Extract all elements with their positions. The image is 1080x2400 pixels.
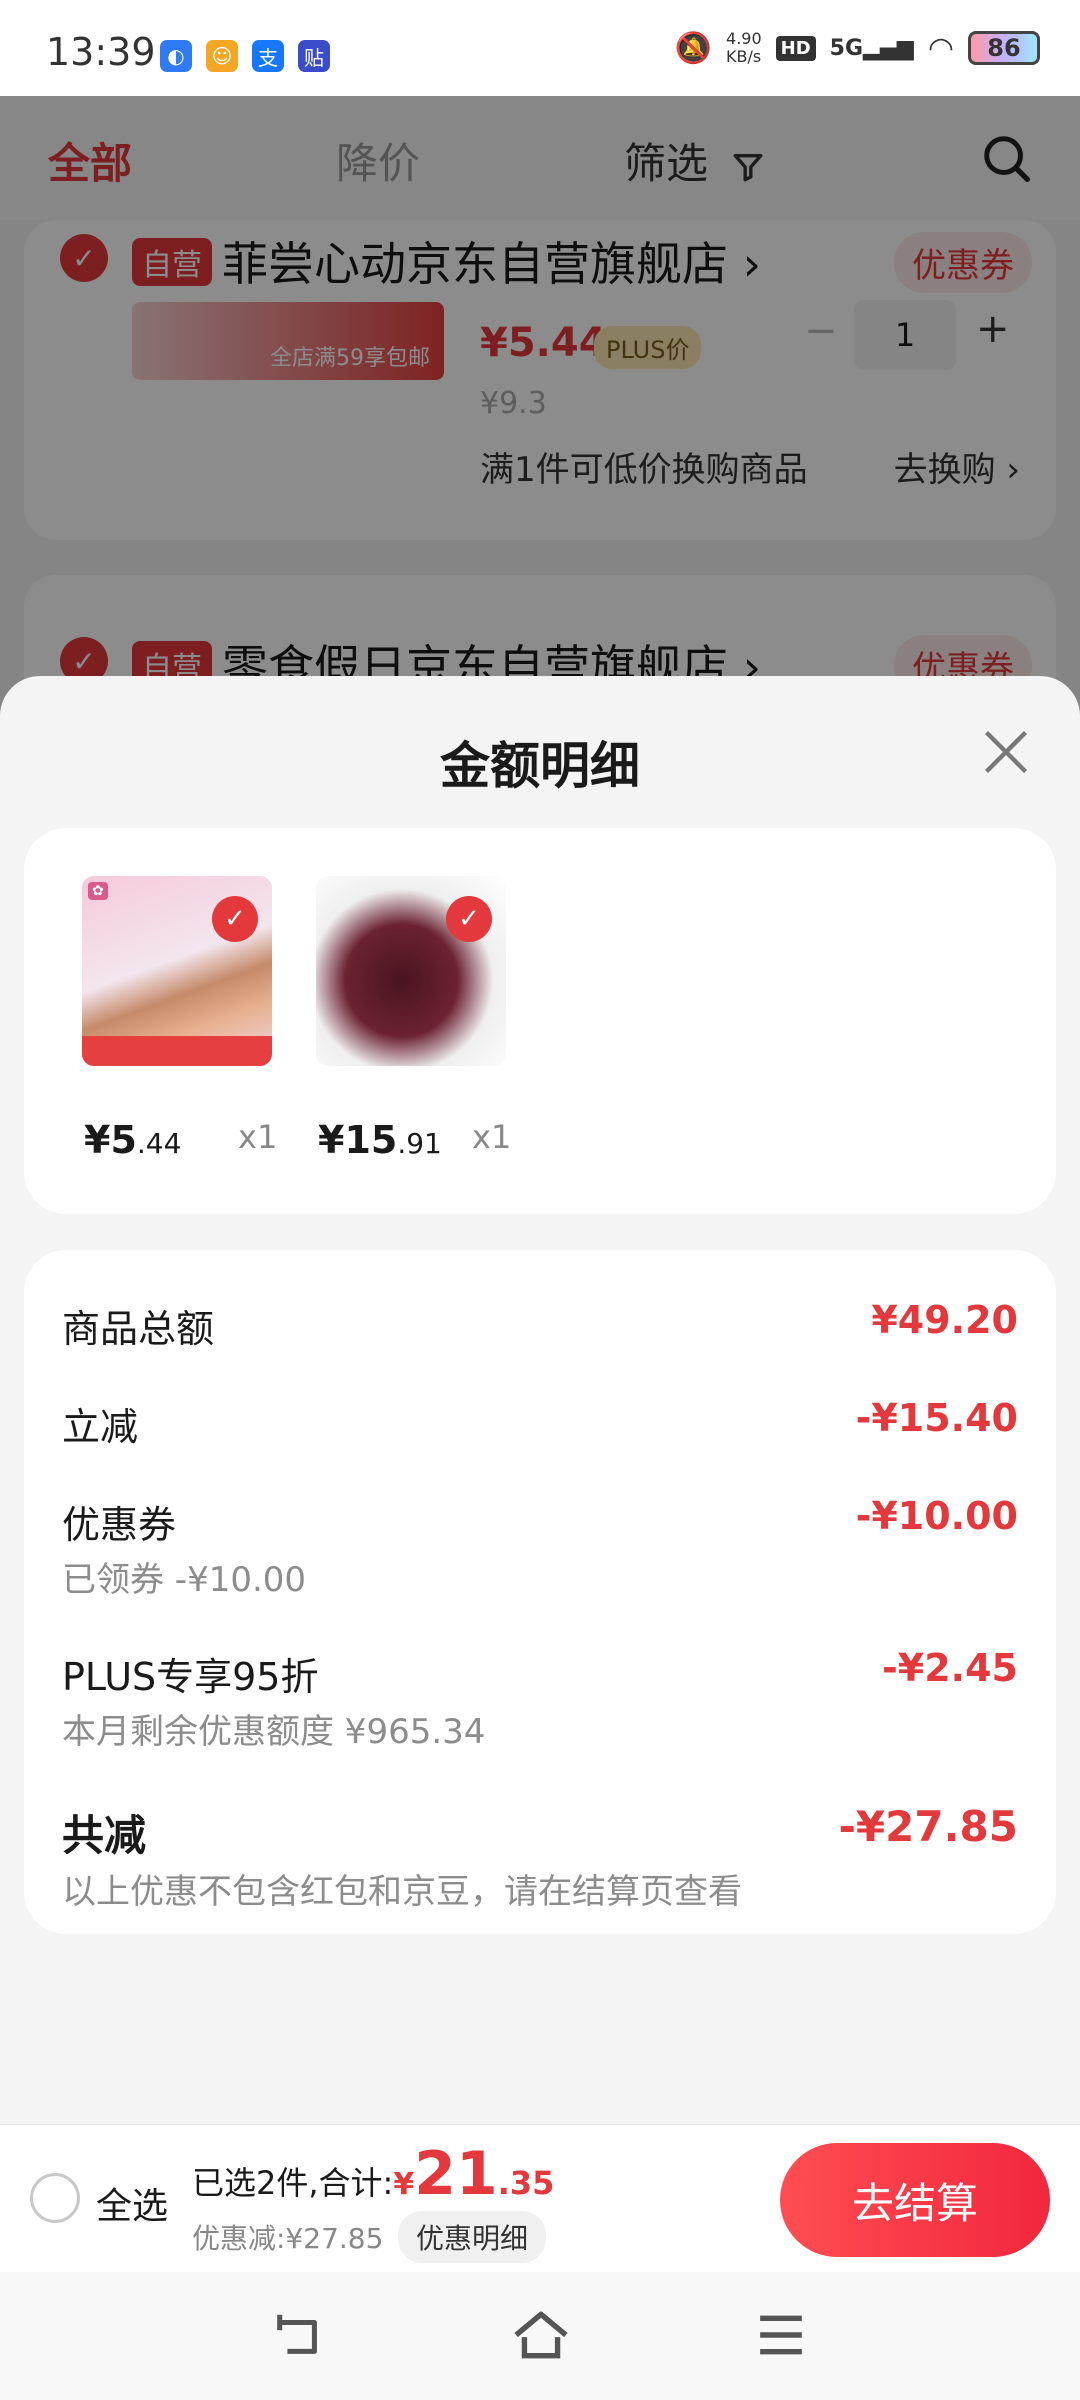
goods-total-label: 商品总额 <box>62 1307 215 1351</box>
signal-icon: 5G▂▄▆ <box>829 35 914 61</box>
app-notification-icon: 贴 <box>298 40 330 72</box>
instant-discount-label: 立减 <box>62 1405 139 1449</box>
hd-icon: HD <box>775 35 816 61</box>
select-all-label[interactable]: 全选 <box>96 2177 168 2229</box>
close-icon[interactable] <box>980 726 1032 778</box>
selected-count: 已选2件,合计: <box>192 2164 394 2202</box>
plus-discount-sub: 本月剩余优惠额度 ¥965.34 <box>62 1712 486 1752</box>
checkout-bar: 全选 已选2件,合计: ¥ 21 .35 优惠减:¥27.85 优惠明细 去结算 <box>0 2124 1080 2272</box>
product-logo-icon: ✿ <box>88 882 108 900</box>
selected-products: ✿ ✓ ✓ ¥5.44 x1 ¥15.91 x1 <box>24 828 1056 1214</box>
product-thumbnail[interactable]: ✿ ✓ <box>82 876 272 1066</box>
product-qty: x1 <box>238 1118 278 1156</box>
total-amount-dec: .35 <box>497 2164 555 2202</box>
status-time: 13:39 <box>46 30 156 74</box>
instant-discount-value: -¥15.40 <box>855 1396 1018 1440</box>
battery-icon: 86 <box>968 31 1040 65</box>
back-nav-icon[interactable] <box>272 2312 326 2360</box>
goods-total-value: ¥49.20 <box>871 1298 1018 1342</box>
select-all-checkbox[interactable] <box>30 2173 80 2223</box>
net-speed: 4.90 KB/s <box>726 29 762 66</box>
discount-detail-button[interactable]: 优惠明细 <box>398 2211 547 2263</box>
status-bar: 13:39 ◐ ☺ 支 贴 🔕 4.90 KB/s HD 5G▂▄▆ ◠ 86 <box>0 0 1080 96</box>
coupon-label: 优惠券 <box>62 1503 177 1547</box>
menu-nav-icon[interactable] <box>756 2312 806 2358</box>
total-discount-note: 以上优惠不包含红包和京豆，请在结算页查看 <box>62 1872 742 1912</box>
app-notification-icon: ◐ <box>160 40 192 72</box>
app-notification-icon: ☺ <box>206 40 238 72</box>
sheet-title: 金额明细 <box>440 737 640 795</box>
amount-breakdown: 商品总额 ¥49.20 立减 -¥15.40 优惠券 -¥10.00 已领券 -… <box>24 1250 1056 1934</box>
checkout-button[interactable]: 去结算 <box>780 2143 1050 2257</box>
coupon-sub: 已领券 -¥10.00 <box>62 1560 307 1600</box>
total-discount-value: -¥27.85 <box>838 1802 1018 1851</box>
coupon-value: -¥10.00 <box>855 1494 1018 1538</box>
plus-discount-value: -¥2.45 <box>882 1646 1018 1690</box>
product-qty: x1 <box>472 1118 512 1156</box>
total-line: 已选2件,合计: ¥ 21 .35 <box>192 2139 554 2209</box>
product-thumbnail[interactable]: ✓ <box>316 876 506 1066</box>
plus-discount-label: PLUS专享95折 <box>62 1655 319 1699</box>
wifi-icon: ◠ <box>927 30 954 66</box>
app-notification-icon: 支 <box>252 40 284 72</box>
product-check-icon[interactable]: ✓ <box>212 896 258 942</box>
total-currency: ¥ <box>393 2167 415 2202</box>
mute-icon: 🔕 <box>674 30 713 66</box>
product-price: ¥15.91 <box>318 1118 442 1162</box>
home-nav-icon[interactable] <box>512 2308 570 2362</box>
product-image-banner <box>82 1036 272 1066</box>
status-right-group: 🔕 4.90 KB/s HD 5G▂▄▆ ◠ 86 <box>675 30 1040 66</box>
discount-summary: 优惠减:¥27.85 <box>192 2222 384 2255</box>
system-nav-bar <box>0 2272 1080 2400</box>
product-check-icon[interactable]: ✓ <box>446 896 492 942</box>
amount-detail-sheet: 金额明细 ✿ ✓ ✓ ¥5.44 x1 ¥15.91 x1 商品总额 ¥49.2… <box>0 676 1080 2124</box>
total-amount-int: 21 <box>414 2139 498 2209</box>
product-price: ¥5.44 <box>84 1118 182 1162</box>
total-discount-label: 共减 <box>62 1811 147 1860</box>
